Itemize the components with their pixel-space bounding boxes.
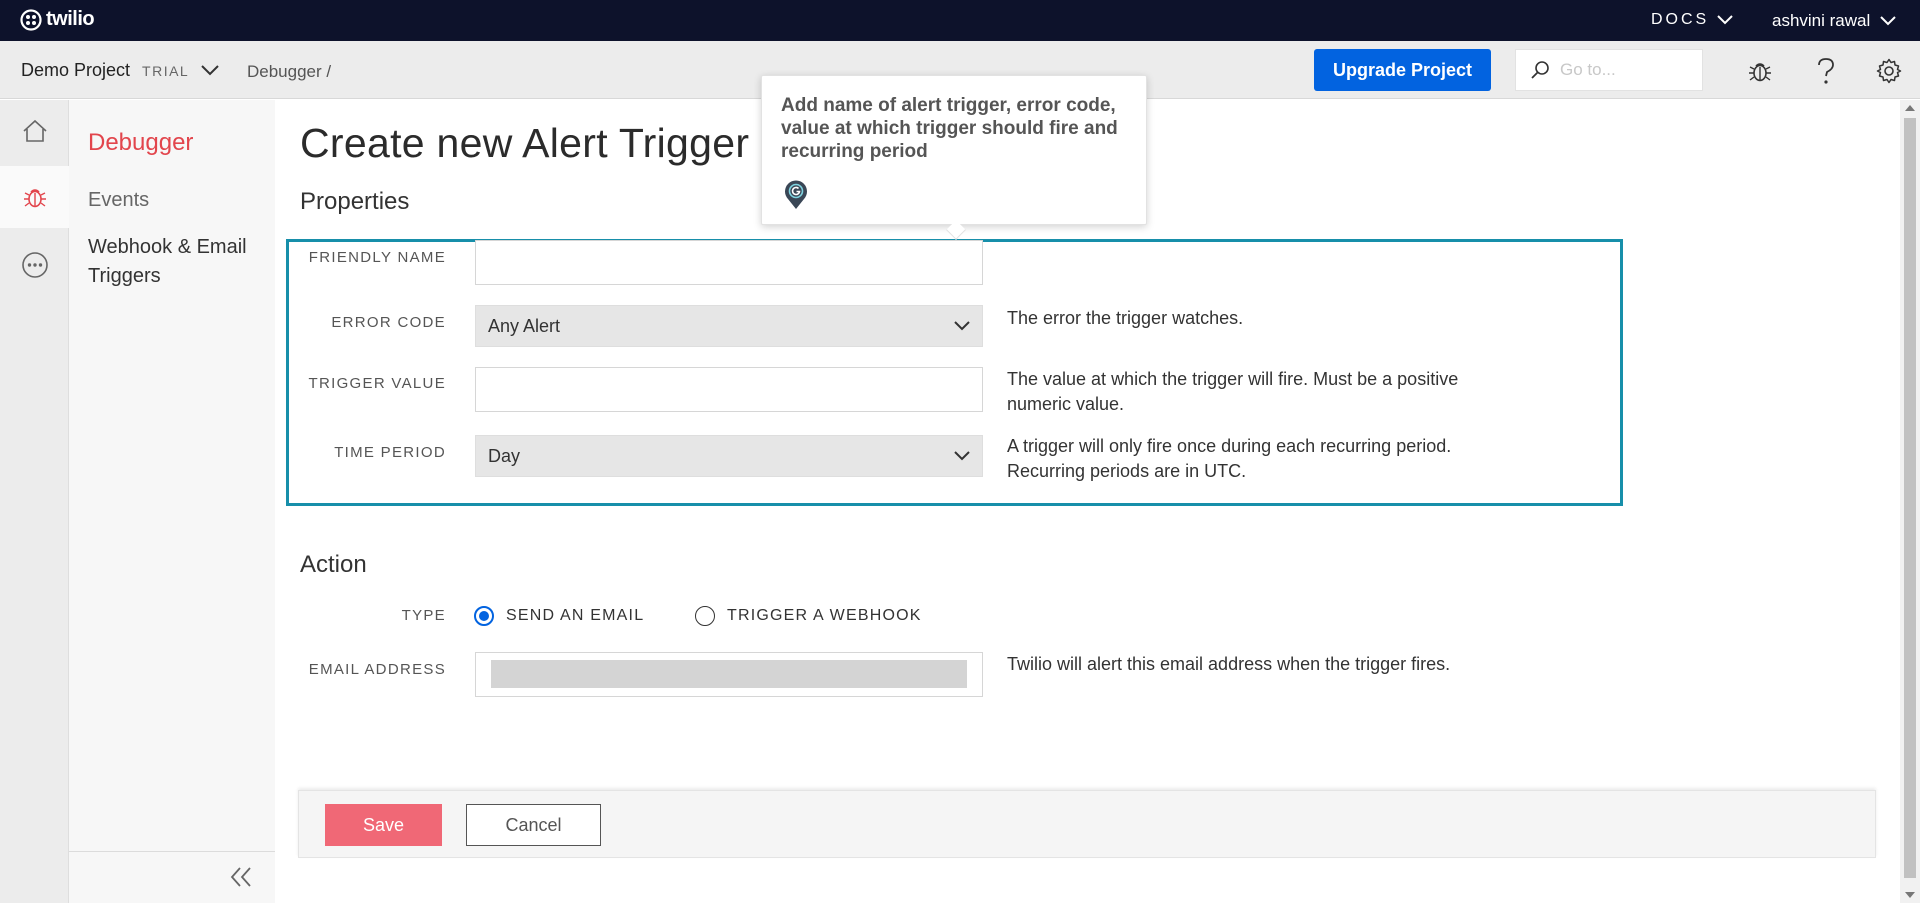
email-address-label: EMAIL ADDRESS (308, 661, 446, 678)
redacted-email-value (491, 660, 967, 688)
trigger-value-input[interactable] (475, 367, 983, 412)
user-menu[interactable]: ashvini rawal (1772, 11, 1896, 31)
upgrade-project-button[interactable]: Upgrade Project (1314, 49, 1491, 91)
home-icon (22, 119, 47, 142)
error-code-label: ERROR CODE (331, 314, 446, 331)
time-period-label: TIME PERIOD (334, 444, 446, 461)
twilio-logo[interactable]: twilio (20, 8, 95, 31)
scroll-up-arrow[interactable] (1905, 105, 1915, 111)
chevron-down-icon (201, 65, 219, 76)
docs-menu[interactable]: DOCS (1651, 11, 1733, 29)
chevron-down-icon (954, 451, 970, 461)
save-button[interactable]: Save (325, 804, 442, 846)
radio-send-email-label: SEND AN EMAIL (506, 607, 645, 624)
radio-trigger-webhook[interactable]: TRIGGER A WEBHOOK (695, 606, 922, 626)
location-pin-icon[interactable] (784, 180, 808, 210)
rail-debugger[interactable] (0, 166, 69, 228)
page-title: Create new Alert Trigger (300, 120, 750, 166)
scroll-thumb[interactable] (1904, 118, 1916, 878)
nav-title[interactable]: Debugger (88, 129, 193, 157)
user-name: ashvini rawal (1772, 11, 1871, 30)
bug-icon (1749, 63, 1771, 82)
time-period-help: A trigger will only fire once during eac… (1007, 436, 1452, 481)
twilio-logo-icon (20, 8, 42, 31)
project-switcher[interactable]: Demo Project TRIAL (21, 60, 219, 81)
goto-input[interactable] (1560, 60, 1690, 80)
error-code-help: The error the trigger watches. (1007, 308, 1244, 328)
breadcrumb[interactable]: Debugger / (247, 62, 331, 82)
time-period-select[interactable]: Day (475, 435, 983, 477)
chevron-down-icon (954, 321, 970, 331)
nav-item-webhook-email-triggers[interactable]: Webhook & Email Triggers (88, 233, 268, 291)
radio-send-email[interactable]: SEND AN EMAIL (474, 606, 644, 626)
email-address-help: Twilio will alert this email address whe… (1007, 654, 1451, 674)
help-icon (1818, 58, 1834, 84)
page-scrollbar[interactable] (1900, 100, 1920, 903)
scroll-down-arrow[interactable] (1905, 892, 1915, 898)
settings-button[interactable] (1874, 56, 1904, 86)
error-code-value: Any Alert (488, 315, 561, 336)
trigger-value-help: The value at which the trigger will fire… (1007, 369, 1459, 414)
radio-trigger-webhook-control[interactable] (695, 606, 715, 626)
more-icon (21, 252, 48, 278)
cancel-button[interactable]: Cancel (466, 804, 601, 846)
logo-text: twilio (46, 8, 95, 30)
debugger-nav: Debugger Events Webhook & Email Triggers (69, 100, 275, 903)
error-code-select[interactable]: Any Alert (475, 305, 983, 347)
action-heading: Action (300, 551, 367, 578)
chevron-down-icon (1880, 16, 1896, 26)
icon-rail (0, 100, 69, 903)
form-actions-bar: Save Cancel (298, 790, 1876, 858)
trial-badge: TRIAL (142, 62, 190, 79)
docs-label: DOCS (1651, 11, 1710, 28)
chevron-down-icon (1717, 15, 1733, 25)
tooltip-text: Add name of alert trigger, error code, v… (781, 95, 1118, 162)
help-tooltip: Add name of alert trigger, error code, v… (761, 75, 1147, 240)
trigger-value-label: TRIGGER VALUE (308, 375, 446, 392)
project-name: Demo Project (21, 60, 131, 80)
goto-search[interactable] (1515, 49, 1703, 91)
gear-icon (1876, 58, 1902, 84)
radio-trigger-webhook-label: TRIGGER A WEBHOOK (727, 607, 922, 624)
debugger-bug-button[interactable] (1745, 56, 1775, 86)
friendly-name-input[interactable] (475, 240, 983, 285)
friendly-name-label: FRIENDLY NAME (308, 249, 446, 266)
nav-item-events[interactable]: Events (88, 186, 149, 215)
properties-heading: Properties (300, 188, 410, 215)
bug-icon (23, 189, 46, 208)
collapse-icon[interactable] (229, 866, 253, 888)
email-address-input[interactable] (475, 652, 983, 697)
time-period-value: Day (488, 445, 521, 466)
rail-more[interactable] (0, 234, 69, 296)
rail-home[interactable] (0, 100, 69, 162)
nav-footer (69, 851, 275, 903)
search-icon (1531, 61, 1549, 79)
top-navbar: twilio DOCS ashvini rawal (0, 0, 1920, 41)
help-button[interactable] (1811, 56, 1841, 86)
radio-send-email-control[interactable] (474, 606, 494, 626)
type-label: TYPE (401, 607, 446, 624)
